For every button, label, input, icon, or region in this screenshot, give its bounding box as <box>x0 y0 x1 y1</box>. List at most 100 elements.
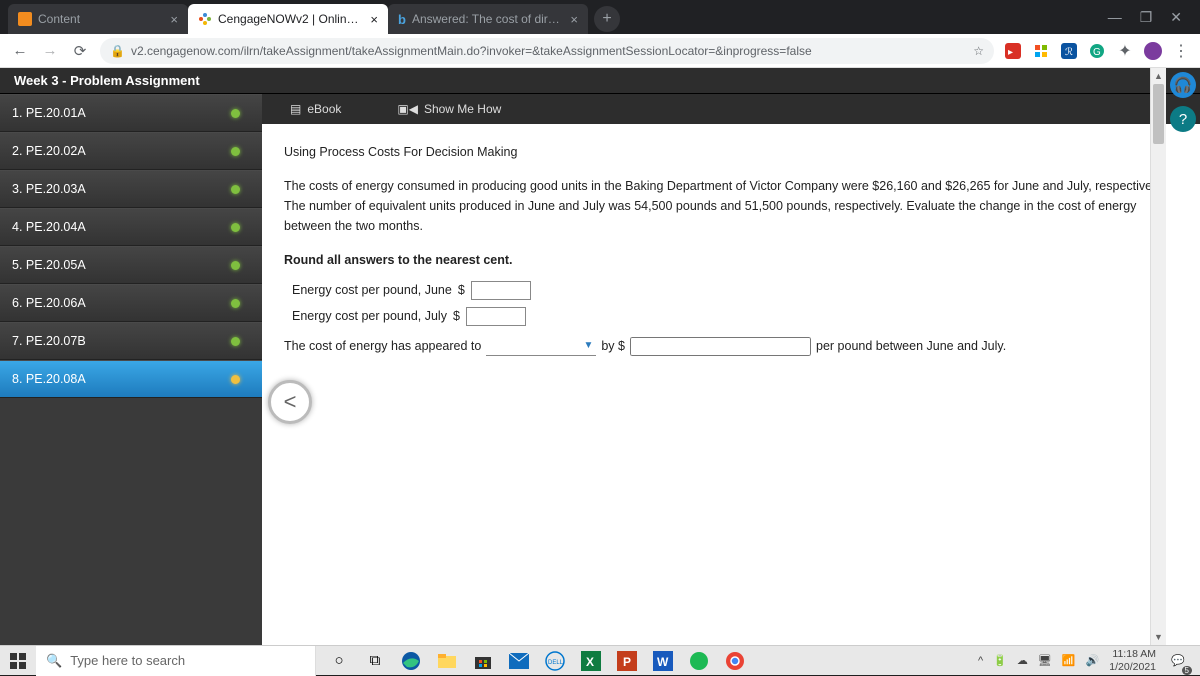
status-dot-icon <box>231 223 240 232</box>
ext-icon[interactable]: ℛ <box>1060 42 1078 60</box>
profile-icon[interactable] <box>1144 42 1162 60</box>
battery-icon[interactable]: 🔋 <box>993 654 1007 667</box>
sentence-text: The cost of energy has appeared to <box>284 336 481 356</box>
sidebar-item[interactable]: 5. PE.20.05A <box>0 246 262 284</box>
cengage-app: Week 3 - Problem Assignment 1. PE.20.01A… <box>0 68 1200 645</box>
dollar-sign: $ <box>453 306 460 326</box>
back-button[interactable]: ← <box>10 41 30 61</box>
question-main: ▤eBook ▣◀Show Me How Using Process Costs… <box>262 94 1200 645</box>
sidebar-item-label: 7. PE.20.07B <box>12 334 86 348</box>
sidebar-item[interactable]: 4. PE.20.04A <box>0 208 262 246</box>
sidebar-item[interactable]: 2. PE.20.02A <box>0 132 262 170</box>
start-button[interactable] <box>0 646 36 676</box>
favicon: b <box>398 12 406 27</box>
ext-icon[interactable]: G <box>1088 42 1106 60</box>
status-dot-icon <box>231 261 240 270</box>
store-icon[interactable] <box>466 646 500 676</box>
chevron-up-icon[interactable]: ^ <box>978 655 983 667</box>
tab-bartleby[interactable]: b Answered: The cost of direct mat × <box>388 4 588 34</box>
cloud-icon[interactable]: ☁ <box>1017 654 1028 667</box>
ext-icon[interactable] <box>1032 42 1050 60</box>
close-icon[interactable]: × <box>570 12 578 27</box>
june-cost-input[interactable] <box>471 281 531 300</box>
dell-icon[interactable]: DELL <box>538 646 572 676</box>
right-rail: 🎧 ? <box>1166 68 1200 132</box>
powerpoint-icon[interactable]: P <box>610 646 644 676</box>
vertical-scrollbar[interactable]: ▲ ▼ <box>1150 68 1166 645</box>
display-icon[interactable]: 🖥 <box>1038 654 1052 667</box>
clock-date: 1/20/2021 <box>1109 661 1156 673</box>
sidebar-item-label: 6. PE.20.06A <box>12 296 86 310</box>
july-cost-input[interactable] <box>466 307 526 326</box>
svg-text:W: W <box>657 655 669 669</box>
tab-cengage[interactable]: CengageNOWv2 | Online teachin × <box>188 4 388 34</box>
address-bar[interactable]: 🔒 v2.cengagenow.com/ilrn/takeAssignment/… <box>100 38 994 64</box>
close-icon[interactable]: × <box>370 12 378 27</box>
change-amount-input[interactable] <box>630 337 811 356</box>
status-dot-icon <box>231 147 240 156</box>
word-icon[interactable]: W <box>646 646 680 676</box>
sidebar-item-active[interactable]: 8. PE.20.08A <box>0 360 262 398</box>
sidebar-item[interactable]: 3. PE.20.03A <box>0 170 262 208</box>
scroll-thumb[interactable] <box>1153 84 1164 144</box>
taskbar-clock[interactable]: 11:18 AM 1/20/2021 <box>1109 648 1156 672</box>
maximize-icon[interactable]: ❐ <box>1140 9 1153 26</box>
close-icon[interactable]: × <box>170 12 178 27</box>
close-window-icon[interactable]: ✕ <box>1170 9 1182 26</box>
content-heading: Using Process Costs For Decision Making <box>284 142 1172 162</box>
lock-icon: 🔒 <box>110 44 125 58</box>
chat-icon[interactable]: 🎧 <box>1170 72 1196 98</box>
notifications-icon[interactable]: 💬5 <box>1166 649 1190 673</box>
question-toolbar: ▤eBook ▣◀Show Me How <box>262 94 1200 124</box>
help-icon[interactable]: ? <box>1170 106 1196 132</box>
extensions-icon[interactable]: ✦ <box>1116 42 1134 60</box>
edge-icon[interactable] <box>394 646 428 676</box>
taskbar-apps: ○ ⧉ DELL X P W <box>316 646 752 675</box>
question-sidebar: 1. PE.20.01A 2. PE.20.02A 3. PE.20.03A 4… <box>0 94 262 645</box>
forward-button[interactable]: → <box>40 41 60 61</box>
svg-text:ℛ: ℛ <box>1065 47 1073 58</box>
taskview-icon[interactable]: ⧉ <box>358 646 392 676</box>
notif-badge: 5 <box>1182 666 1192 675</box>
chrome-icon[interactable] <box>718 646 752 676</box>
svg-text:DELL: DELL <box>548 660 564 666</box>
line-label: Energy cost per pound, July <box>292 306 447 326</box>
volume-icon[interactable]: 🔊 <box>1086 654 1100 667</box>
ebook-label: eBook <box>307 102 341 116</box>
scroll-down-icon[interactable]: ▼ <box>1151 629 1166 645</box>
line-label: Energy cost per pound, June <box>292 280 452 300</box>
excel-icon[interactable]: X <box>574 646 608 676</box>
menu-icon[interactable]: ⋮ <box>1172 42 1190 60</box>
taskbar-search[interactable]: 🔍 Type here to search <box>36 646 316 676</box>
sidebar-item[interactable]: 6. PE.20.06A <box>0 284 262 322</box>
scroll-up-icon[interactable]: ▲ <box>1151 68 1166 84</box>
favicon <box>18 12 32 26</box>
ext-icon[interactable]: ▸ <box>1004 42 1022 60</box>
browser-tabbar: Content × CengageNOWv2 | Online teachin … <box>0 0 1200 34</box>
input-line-july: Energy cost per pound, July $ <box>284 306 1172 326</box>
video-icon: ▣◀ <box>397 102 418 116</box>
sidebar-item[interactable]: 7. PE.20.07B <box>0 322 262 360</box>
ebook-button[interactable]: ▤eBook <box>262 94 369 124</box>
star-icon[interactable]: ☆ <box>973 44 984 58</box>
mail-icon[interactable] <box>502 646 536 676</box>
minimize-icon[interactable]: — <box>1108 9 1122 26</box>
direction-dropdown[interactable]: ▼ <box>486 336 596 356</box>
new-tab-button[interactable]: + <box>594 6 620 32</box>
wifi-icon[interactable]: 📶 <box>1062 654 1076 667</box>
explorer-icon[interactable] <box>430 646 464 676</box>
status-dot-icon <box>231 299 240 308</box>
sidebar-item[interactable]: 1. PE.20.01A <box>0 94 262 132</box>
collapse-sidebar-button[interactable]: < <box>268 380 312 424</box>
svg-text:P: P <box>623 655 631 669</box>
cortana-icon[interactable]: ○ <box>322 646 356 676</box>
content-paragraph: The costs of energy consumed in producin… <box>284 176 1172 236</box>
browser-toolbar: ← → ⟳ 🔒 v2.cengagenow.com/ilrn/takeAssig… <box>0 34 1200 68</box>
show-me-how-button[interactable]: ▣◀Show Me How <box>369 94 529 124</box>
sidebar-item-label: 3. PE.20.03A <box>12 182 86 196</box>
sentence-text: by $ <box>601 336 625 356</box>
question-content: Using Process Costs For Decision Making … <box>262 124 1200 645</box>
reload-button[interactable]: ⟳ <box>70 41 90 61</box>
tab-content[interactable]: Content × <box>8 4 188 34</box>
spotify-icon[interactable] <box>682 646 716 676</box>
